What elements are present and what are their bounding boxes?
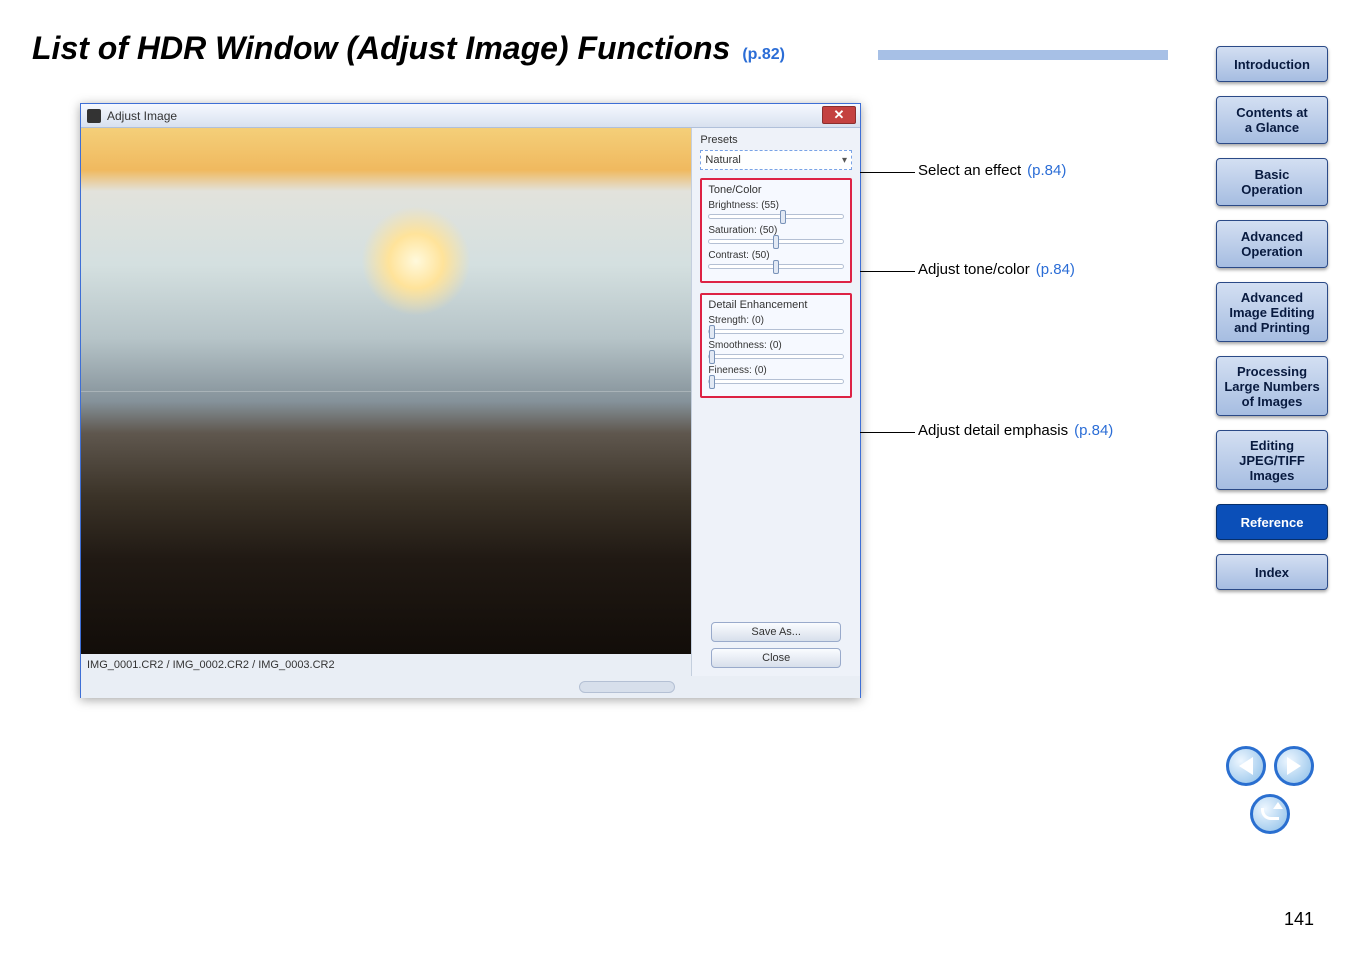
return-arrow-icon: [1261, 808, 1279, 820]
nav-basic-operation[interactable]: Basic Operation: [1216, 158, 1328, 206]
triangle-right-icon: [1287, 757, 1301, 775]
preview-pane: IMG_0001.CR2 / IMG_0002.CR2 / IMG_0003.C…: [81, 128, 691, 676]
nav-contents[interactable]: Contents at a Glance: [1216, 96, 1328, 144]
nav-reference[interactable]: Reference: [1216, 504, 1328, 540]
footer-scrollbar[interactable]: [579, 681, 675, 693]
detail-title: Detail Enhancement: [708, 299, 844, 311]
saturation-slider[interactable]: [708, 239, 844, 244]
triangle-left-icon: [1239, 757, 1253, 775]
preview-sun: [361, 206, 471, 316]
nav-introduction[interactable]: Introduction: [1216, 46, 1328, 82]
window-titlebar: Adjust Image ✕: [81, 104, 860, 128]
callout-detail-emphasis: Adjust detail emphasis (p.84): [918, 422, 1113, 439]
presets-value: Natural: [705, 154, 740, 166]
page-title: List of HDR Window (Adjust Image) Functi…: [32, 30, 730, 67]
nav-editing-jpeg-tiff[interactable]: Editing JPEG/TIFF Images: [1216, 430, 1328, 490]
window-icon: [87, 109, 101, 123]
save-as-button[interactable]: Save As...: [711, 622, 841, 642]
next-page-button[interactable]: [1274, 746, 1314, 786]
close-button[interactable]: ✕: [822, 106, 856, 124]
preview-horizon: [81, 391, 691, 392]
strength-slider[interactable]: [708, 329, 844, 334]
callout-3-ref[interactable]: (p.84): [1074, 422, 1113, 439]
fineness-label: Fineness: (0): [708, 365, 844, 376]
nav-advanced-operation[interactable]: Advanced Operation: [1216, 220, 1328, 268]
close-icon: ✕: [834, 107, 845, 123]
strength-label: Strength: (0): [708, 315, 844, 326]
right-nav: Introduction Contents at a Glance Basic …: [1216, 46, 1328, 590]
preview-image: [81, 128, 691, 654]
callout-2-ref[interactable]: (p.84): [1036, 261, 1075, 278]
prev-page-button[interactable]: [1226, 746, 1266, 786]
adjust-panel: Presets Natural ▾ Tone/Color Brightness:…: [691, 128, 860, 676]
presets-label: Presets: [700, 134, 852, 146]
nav-advanced-image-editing[interactable]: Advanced Image Editing and Printing: [1216, 282, 1328, 342]
window-footer: [81, 676, 860, 698]
callout-lead-2: [860, 271, 915, 272]
return-button[interactable]: [1250, 794, 1290, 834]
detail-enhancement-group: Detail Enhancement Strength: (0) Smoothn…: [700, 293, 852, 398]
callout-lead-1: [860, 172, 915, 173]
brightness-slider[interactable]: [708, 214, 844, 219]
heading-page-ref[interactable]: (p.82): [742, 46, 785, 64]
contrast-slider[interactable]: [708, 264, 844, 269]
tone-color-title: Tone/Color: [708, 184, 844, 196]
callout-lead-3: [860, 432, 915, 433]
callout-1-text: Select an effect: [918, 162, 1021, 179]
preview-caption: IMG_0001.CR2 / IMG_0002.CR2 / IMG_0003.C…: [81, 654, 691, 676]
presets-combo[interactable]: Natural ▾: [700, 150, 852, 170]
adjust-image-window: Adjust Image ✕ IMG_0001.CR2 / IMG_0002.C…: [80, 103, 861, 698]
chevron-down-icon: ▾: [842, 155, 847, 166]
nav-index[interactable]: Index: [1216, 554, 1328, 590]
page-number: 141: [1284, 909, 1314, 930]
callout-select-effect: Select an effect (p.84): [918, 162, 1066, 179]
callout-1-ref[interactable]: (p.84): [1027, 162, 1066, 179]
tone-color-group: Tone/Color Brightness: (55) Saturation: …: [700, 178, 852, 283]
fineness-slider[interactable]: [708, 379, 844, 384]
window-title: Adjust Image: [107, 109, 177, 123]
callout-2-text: Adjust tone/color: [918, 261, 1030, 278]
close-panel-button[interactable]: Close: [711, 648, 841, 668]
nav-processing-large-numbers[interactable]: Processing Large Numbers of Images: [1216, 356, 1328, 416]
heading-divider: [878, 50, 1168, 60]
callout-tone-color: Adjust tone/color (p.84): [918, 261, 1075, 278]
brightness-label: Brightness: (55): [708, 200, 844, 211]
smoothness-label: Smoothness: (0): [708, 340, 844, 351]
callout-3-text: Adjust detail emphasis: [918, 422, 1068, 439]
smoothness-slider[interactable]: [708, 354, 844, 359]
pager: [1214, 746, 1326, 786]
